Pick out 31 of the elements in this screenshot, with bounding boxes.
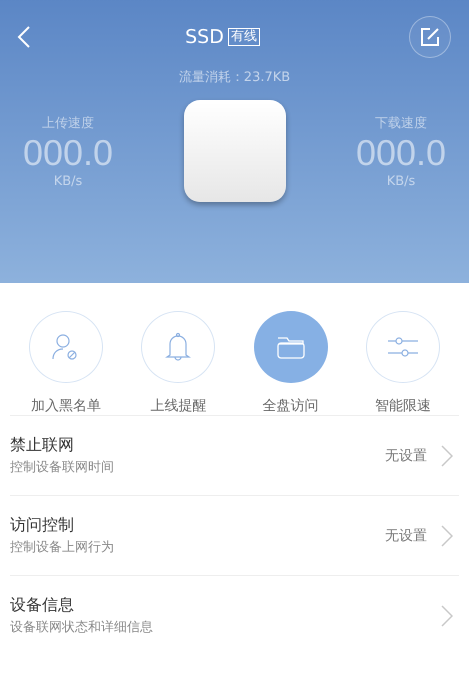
speed-unit: KB/s xyxy=(386,174,416,188)
setting-value: 无设置 xyxy=(385,446,427,464)
bell-icon xyxy=(165,332,192,362)
connection-tag: 有线 xyxy=(228,28,260,46)
chevron-icon xyxy=(441,524,453,546)
setting-title: 访问控制 xyxy=(10,515,75,536)
setting-description: 设备联网状态和详细信息 xyxy=(10,619,154,636)
traffic-usage: 流量消耗：23.7KB xyxy=(178,69,292,86)
setting-title: 设备信息 xyxy=(10,595,75,616)
settings-row[interactable]: 设备信息 设备联网状态和详细信息 xyxy=(10,575,459,655)
action-button[interactable]: 全盘访问 xyxy=(254,311,328,415)
setting-title: 禁止联网 xyxy=(10,435,75,456)
download-speed-value: 000.0 xyxy=(356,132,446,174)
action-button[interactable]: 上线提醒 xyxy=(141,311,216,415)
edit-button[interactable] xyxy=(408,16,451,58)
action-button[interactable]: 智能限速 xyxy=(366,311,440,415)
settings-row[interactable]: 禁止联网 控制设备联网时间 无设置 xyxy=(10,415,459,495)
action-button[interactable]: 加入黑名单 xyxy=(29,311,104,415)
settings-row[interactable]: 访问控制 控制设备上网行为 无设置 xyxy=(10,495,459,575)
speed-unit: KB/s xyxy=(54,174,82,188)
edit-icon xyxy=(420,27,440,47)
device-title: SSD xyxy=(185,26,224,48)
setting-description: 控制设备上网行为 xyxy=(10,539,115,556)
upload-speed-value: 000.0 xyxy=(22,132,114,174)
setting-value: 无设置 xyxy=(385,526,427,544)
upload-speed-label: 上传速度 xyxy=(42,114,94,132)
chevron-icon xyxy=(441,444,453,466)
chevron-icon xyxy=(441,604,453,626)
download-speed-label: 下载速度 xyxy=(375,114,427,132)
device-icon xyxy=(184,100,286,202)
setting-description: 控制设备联网时间 xyxy=(10,459,115,476)
